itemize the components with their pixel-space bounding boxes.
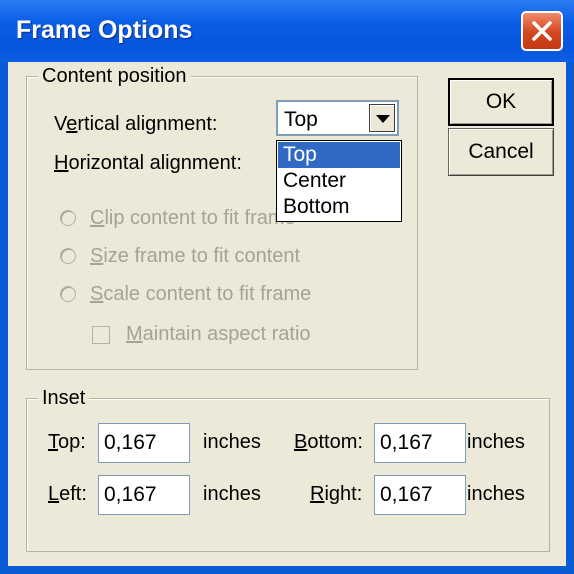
inset-left-unit: inches [203,483,261,505]
inset-bottom-field[interactable]: 0,167 [374,423,466,463]
title-bar[interactable]: Frame Options [0,0,574,62]
inset-title: Inset [38,387,90,410]
frame-options-dialog: Frame Options Content position Vertical … [0,0,574,574]
maintain-aspect-label: Maintain aspect ratio [126,323,311,345]
dialog-body: Content position Vertical alignment: Hor… [8,62,566,566]
inset-top-label: Top: [48,431,86,453]
inset-left-field[interactable]: 0,167 [98,475,190,515]
dropdown-button[interactable] [369,104,395,132]
chevron-down-icon [376,115,390,123]
maintain-aspect-checkbox[interactable] [92,326,110,344]
dropdown-option-center[interactable]: Center [278,168,400,194]
inset-bottom-unit: inches [467,431,525,453]
size-frame-label: Size frame to fit content [90,245,301,267]
inset-right-unit: inches [467,483,525,505]
inset-bottom-label: Bottom: [294,431,363,453]
vertical-alignment-value: Top [284,108,318,131]
clip-content-radio[interactable] [60,210,76,226]
dropdown-option-top[interactable]: Top [278,142,400,168]
content-position-title: Content position [38,65,191,88]
cancel-button[interactable]: Cancel [448,128,554,176]
vertical-alignment-label: Vertical alignment: [54,113,218,135]
inset-top-field[interactable]: 0,167 [98,423,190,463]
inset-left-label: Left: [48,483,87,505]
clip-content-label: Clip content to fit frame [90,207,296,229]
vertical-alignment-select[interactable]: Top [276,100,399,136]
horizontal-alignment-label: Horizontal alignment: [54,152,242,174]
size-frame-radio[interactable] [60,248,76,264]
inset-right-label: Right: [310,483,363,505]
scale-content-radio[interactable] [60,286,76,302]
vertical-alignment-dropdown: Top Center Bottom [276,140,402,222]
window-title: Frame Options [16,16,193,44]
close-button[interactable] [521,11,563,51]
inset-right-field[interactable]: 0,167 [374,475,466,515]
inset-top-unit: inches [203,431,261,453]
scale-content-label: Scale content to fit frame [90,283,312,305]
close-icon [532,21,552,41]
dropdown-option-bottom[interactable]: Bottom [278,194,400,220]
ok-button[interactable]: OK [448,78,554,126]
